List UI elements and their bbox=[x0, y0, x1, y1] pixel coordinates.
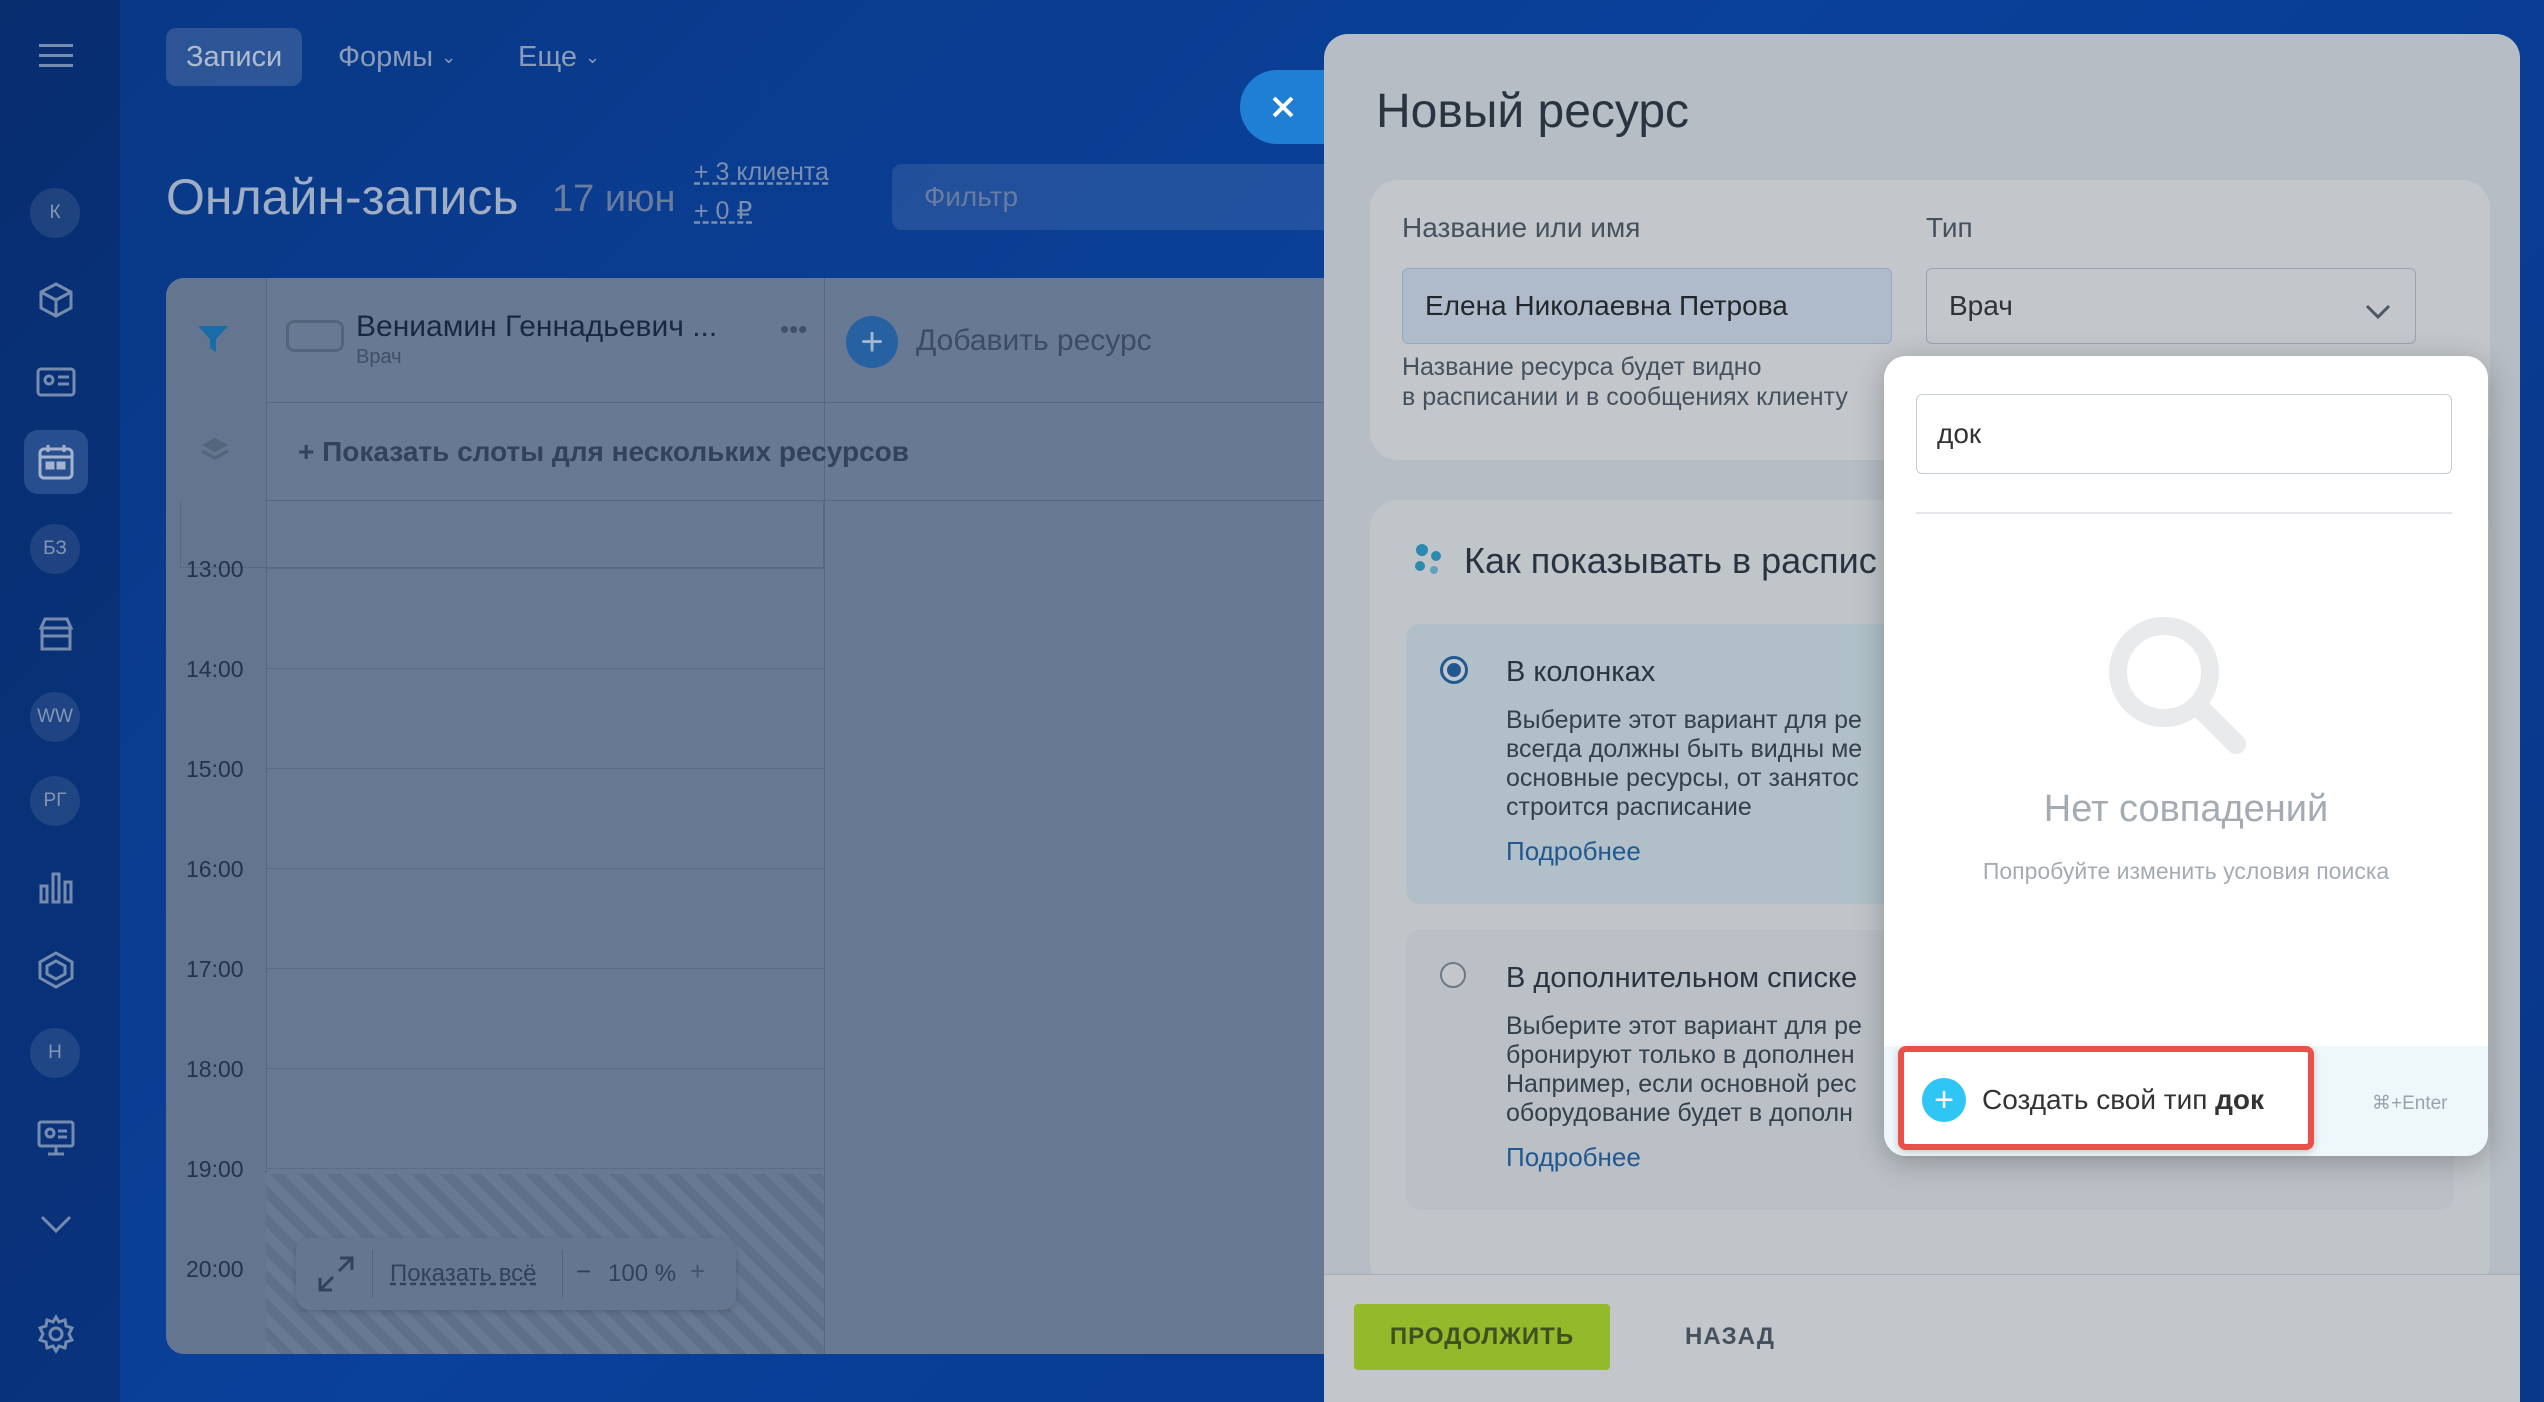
close-icon bbox=[1264, 88, 1302, 131]
dropdown-divider bbox=[1916, 512, 2452, 514]
search-icon bbox=[2102, 610, 2252, 765]
type-search-input[interactable]: док bbox=[1916, 394, 2452, 474]
plus-icon: + bbox=[1922, 1078, 1966, 1122]
create-type-term: док bbox=[2215, 1084, 2265, 1115]
empty-hint: Попробуйте изменить условия поиска bbox=[1982, 858, 2390, 884]
empty-title: Нет совпадений bbox=[2043, 788, 2329, 830]
create-type-prefix: Создать свой тип bbox=[1982, 1084, 2216, 1115]
create-type-label: Создать свой тип док bbox=[1982, 1084, 2264, 1116]
type-dropdown: док Нет совпадений Попробуйте изменить у… bbox=[1884, 356, 2488, 1156]
create-custom-type-button[interactable]: + Создать свой тип док bbox=[1898, 1046, 2314, 1150]
shortcut-hint: ⌘+Enter bbox=[2372, 1093, 2448, 1114]
